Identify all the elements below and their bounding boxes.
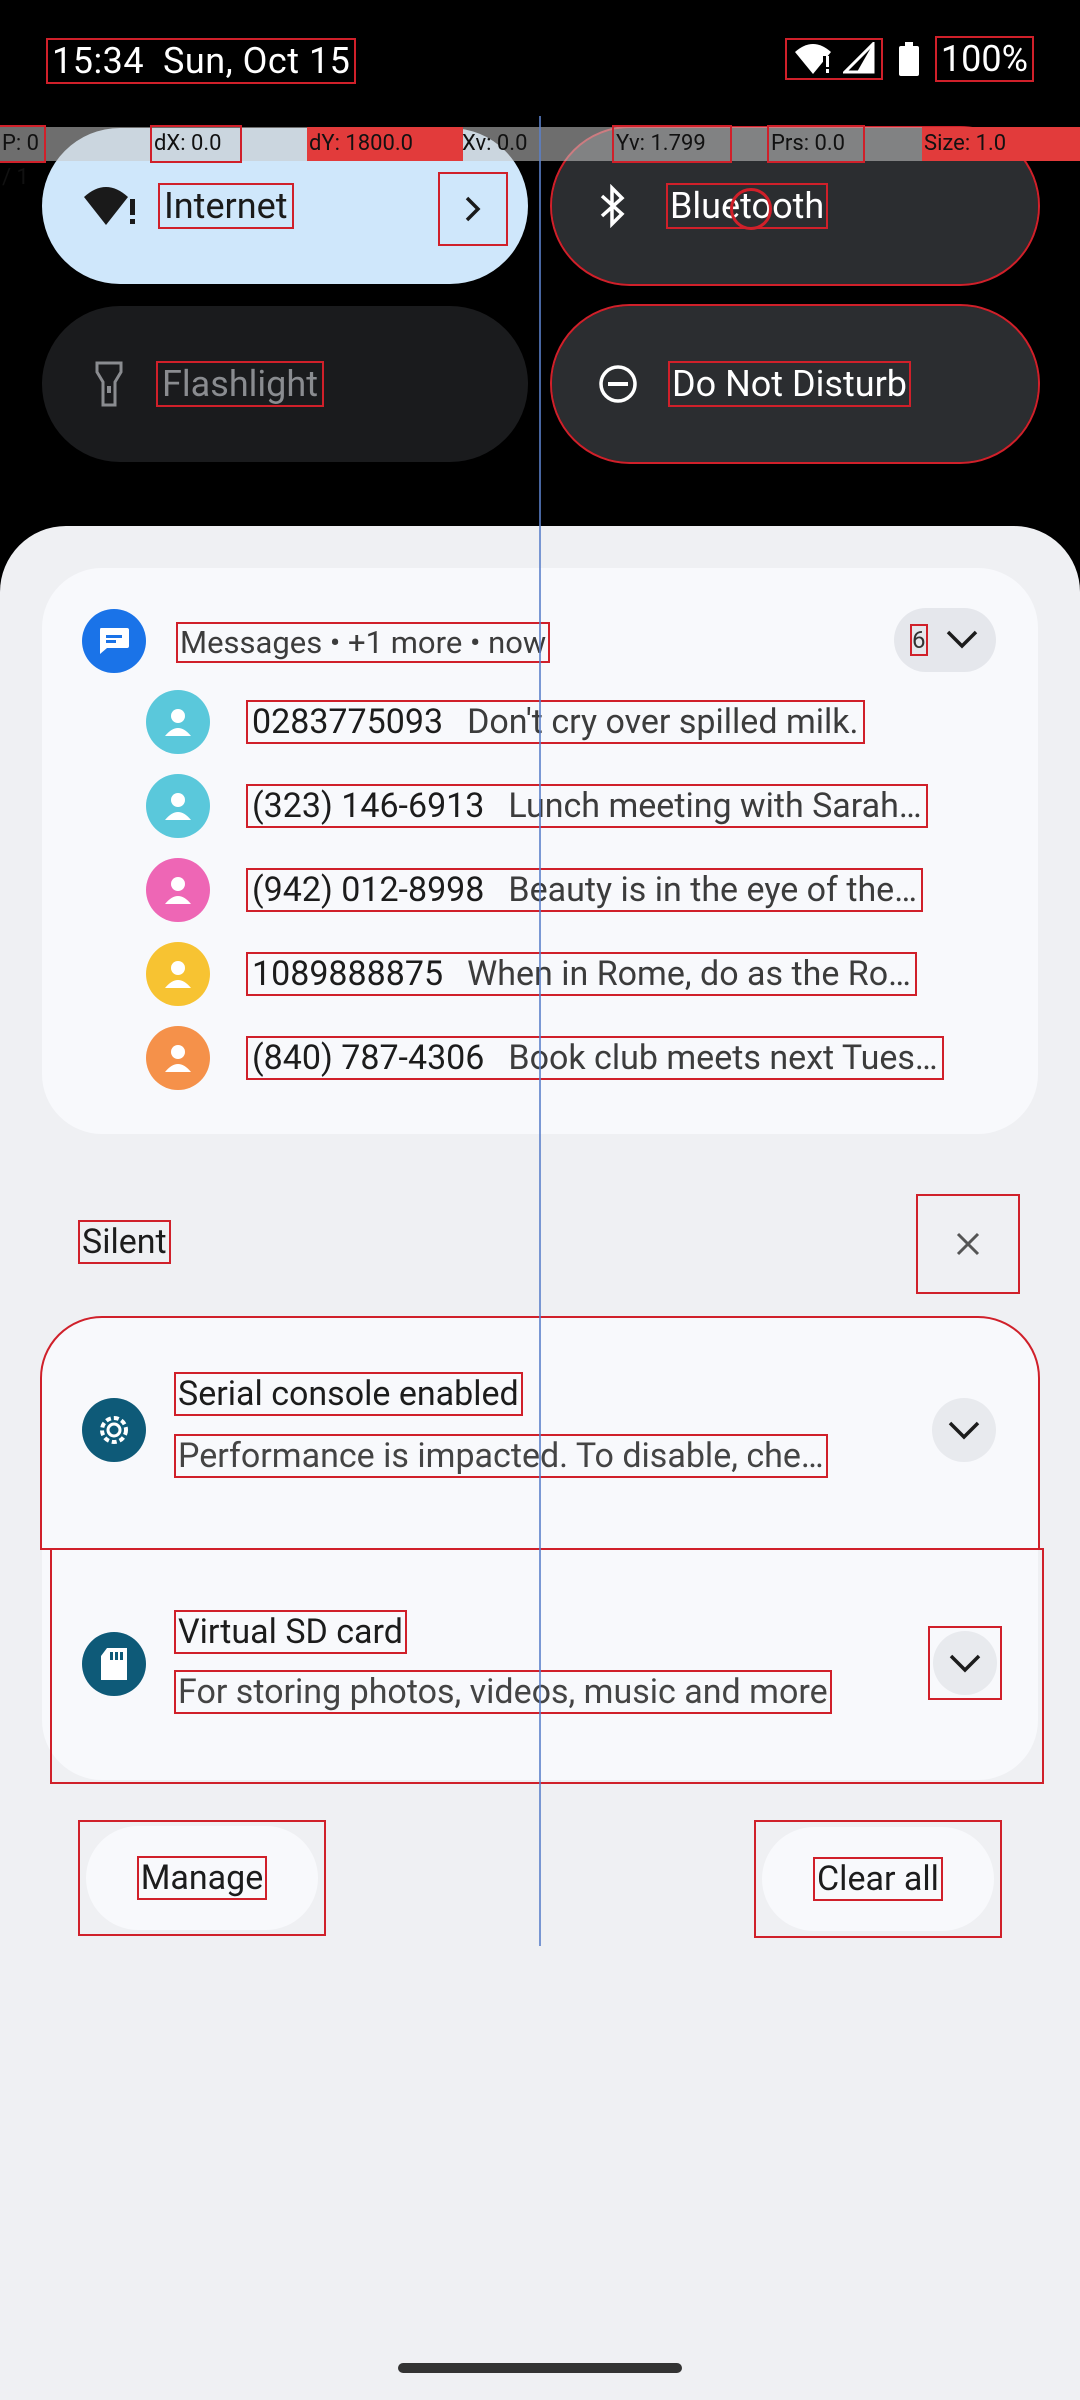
internet-label: Internet xyxy=(158,183,294,229)
pointer-trace-line xyxy=(539,116,541,1946)
overlay-xv: Xv: 0.0 xyxy=(462,131,528,156)
message-row[interactable]: (840) 787-4306 Book club meets next Tues… xyxy=(246,1036,944,1080)
close-icon xyxy=(956,1232,980,1256)
messages-header: Messages • +1 more • now xyxy=(175,622,551,663)
chat-bubble-icon xyxy=(100,628,129,654)
sd-notification-frame xyxy=(50,1548,1044,1784)
battery-percent: 100% xyxy=(934,36,1035,82)
silent-section-label: Silent xyxy=(78,1220,171,1264)
message-preview: Don't cry over spilled milk. xyxy=(467,702,859,742)
messages-expand-chip[interactable]: 6 xyxy=(894,608,996,672)
overlay-size: Size: 1.0 xyxy=(922,127,1080,161)
chevron-down-icon xyxy=(948,1421,980,1440)
overlay-dx: dX: 0.0 xyxy=(150,125,242,163)
flashlight-label: Flashlight xyxy=(156,361,324,407)
message-preview: When in Rome, do as the Ro… xyxy=(467,954,911,994)
sender-number: (840) 787-4306 xyxy=(252,1038,485,1078)
contact-avatar xyxy=(146,942,210,1006)
message-preview: Lunch meeting with Sarah… xyxy=(508,786,922,826)
status-date: Sun, Oct 15 xyxy=(163,40,351,82)
notification-subtitle: Performance is impacted. To disable, che… xyxy=(174,1434,828,1478)
manage-label: Manage xyxy=(136,1856,268,1900)
person-icon xyxy=(165,793,191,820)
person-icon xyxy=(165,961,191,988)
person-icon xyxy=(165,877,191,904)
manage-button-target[interactable]: Manage xyxy=(78,1820,326,1936)
overlay-pointer: P: 0 / 1 xyxy=(0,125,46,190)
gear-icon xyxy=(100,1416,128,1444)
wifi-alert-icon xyxy=(794,44,831,74)
expand-button[interactable] xyxy=(932,1398,996,1462)
flashlight-icon xyxy=(95,361,123,407)
sd-card-icon xyxy=(101,1648,127,1680)
person-icon xyxy=(165,1045,191,1072)
message-row[interactable]: (323) 146-6913 Lunch meeting with Sarah… xyxy=(246,784,928,828)
clear-silent-button[interactable] xyxy=(916,1194,1020,1294)
sender-number: 0283775093 xyxy=(252,702,444,742)
message-row[interactable]: (942) 012-8998 Beauty is in the eye of th… xyxy=(246,868,923,912)
contact-avatar xyxy=(146,690,210,754)
cell-signal-icon xyxy=(842,42,875,74)
overlay-yv: Yv: 1.799 xyxy=(612,125,732,163)
message-row[interactable]: 0283775093 Don't cry over spilled milk. xyxy=(246,700,865,744)
sender-number: (942) 012-8998 xyxy=(252,870,485,910)
wifi-alert-icon xyxy=(84,187,135,225)
serial-console-app-icon xyxy=(82,1398,146,1462)
sd-card-app-icon xyxy=(82,1632,146,1696)
overlay-dy: dY: 1800.0 xyxy=(307,127,463,161)
messages-app-icon xyxy=(82,609,146,673)
clear-all-label: Clear all xyxy=(813,1857,943,1901)
expand-button[interactable] xyxy=(928,1626,1002,1700)
expand-circle xyxy=(933,1631,997,1695)
touch-indicator xyxy=(730,188,772,230)
contact-avatar xyxy=(146,1026,210,1090)
notification-subtitle: For storing photos, videos, music and mo… xyxy=(174,1670,832,1714)
dnd-label: Do Not Disturb xyxy=(667,361,912,407)
manage-button[interactable]: Manage xyxy=(86,1826,318,1930)
battery-icon xyxy=(898,42,919,76)
dnd-icon xyxy=(599,365,637,403)
bluetooth-icon xyxy=(600,184,625,228)
flashlight-tile[interactable]: Flashlight xyxy=(42,306,528,462)
notification-title: Serial console enabled xyxy=(174,1372,523,1416)
notification-title: Virtual SD card xyxy=(174,1610,407,1654)
contact-avatar xyxy=(146,774,210,838)
message-row[interactable]: 1089888875 When in Rome, do as the Ro… xyxy=(246,952,917,996)
wifi-signal-icons xyxy=(784,38,883,80)
contact-avatar xyxy=(146,858,210,922)
home-indicator[interactable] xyxy=(398,2363,682,2373)
chevron-down-icon xyxy=(946,630,978,649)
dnd-tile[interactable]: Do Not Disturb xyxy=(550,304,1040,464)
status-icons: 100% xyxy=(784,36,1035,82)
messages-count: 6 xyxy=(910,624,928,656)
status-bar: 15:34 Sun, Oct 15 100% xyxy=(0,0,1080,120)
sender-number: (323) 146-6913 xyxy=(252,786,485,826)
overlay-prs: Prs: 0.0 xyxy=(767,125,865,163)
message-preview: Book club meets next Tues… xyxy=(508,1038,938,1078)
chevron-down-icon xyxy=(949,1654,981,1673)
internet-details-button[interactable] xyxy=(438,172,508,246)
clear-all-button-target[interactable]: Clear all xyxy=(754,1820,1002,1938)
message-preview: Beauty is in the eye of the… xyxy=(508,870,917,910)
status-time: 15:34 xyxy=(52,40,145,82)
chevron-right-icon xyxy=(465,196,481,222)
status-time-date: 15:34 Sun, Oct 15 xyxy=(45,38,357,84)
person-icon xyxy=(165,709,191,736)
clear-all-button[interactable]: Clear all xyxy=(762,1827,994,1931)
sender-number: 1089888875 xyxy=(252,954,444,994)
